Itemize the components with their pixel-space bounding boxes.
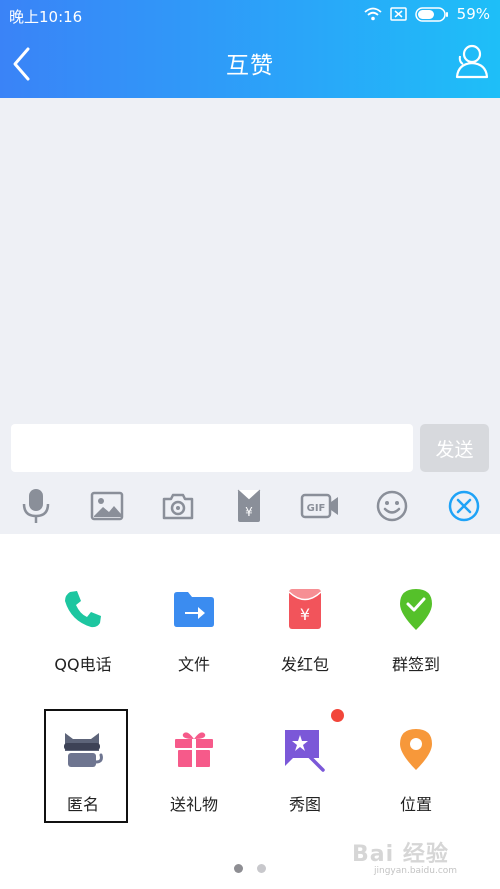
gif-icon: GIF xyxy=(300,493,338,519)
phone-icon xyxy=(59,585,107,633)
app-label: 发红包 xyxy=(280,655,329,674)
red-packet-icon: ¥ xyxy=(281,585,329,633)
camera-button[interactable] xyxy=(158,486,198,526)
app-location[interactable]: 位置 xyxy=(361,725,471,835)
app-send-gift[interactable]: 送礼物 xyxy=(139,725,249,835)
close-panel-button[interactable] xyxy=(444,486,484,526)
red-packet-icon: ¥ xyxy=(237,489,261,522)
svg-text:GIF: GIF xyxy=(307,503,326,514)
svg-text:¥: ¥ xyxy=(300,605,310,624)
baidu-watermark: Bai 经验 xyxy=(352,842,449,867)
app-group-checkin[interactable]: 群签到 xyxy=(361,585,471,695)
emoji-button[interactable] xyxy=(372,486,412,526)
new-badge-dot xyxy=(331,709,344,722)
status-bar: 晚上10:16 59% xyxy=(0,0,500,30)
send-button[interactable]: 发送 xyxy=(420,424,489,472)
photo-button[interactable] xyxy=(87,486,127,526)
gif-button[interactable]: GIF xyxy=(300,486,340,526)
status-indicators: 59% xyxy=(364,5,490,23)
app-label: 送礼物 xyxy=(169,795,218,814)
message-input[interactable] xyxy=(11,424,413,472)
microphone-icon xyxy=(22,489,50,523)
selection-highlight xyxy=(44,709,128,823)
sim-off-icon xyxy=(389,7,407,21)
app-label: 群签到 xyxy=(391,655,440,674)
battery-icon xyxy=(414,6,448,22)
app-label: 秀图 xyxy=(288,795,321,814)
red-packet-button[interactable]: ¥ xyxy=(229,486,269,526)
status-time: 晚上10:16 xyxy=(9,8,83,26)
image-icon xyxy=(90,491,124,521)
gift-icon xyxy=(170,725,218,773)
title-bar: 晚上10:16 59% 互赞 xyxy=(0,0,500,98)
svg-text:¥: ¥ xyxy=(245,505,253,519)
voice-button[interactable] xyxy=(16,486,56,526)
location-pin-icon xyxy=(392,725,440,773)
person-icon xyxy=(455,44,489,79)
close-circle-icon xyxy=(448,490,480,522)
app-file[interactable]: 文件 xyxy=(139,585,249,695)
checkin-pin-icon xyxy=(392,585,440,633)
folder-icon xyxy=(170,585,218,633)
battery-percent: 59% xyxy=(456,5,490,23)
app-label: 位置 xyxy=(399,795,432,814)
wifi-icon xyxy=(364,7,382,21)
page-dot-2[interactable] xyxy=(257,864,266,873)
camera-icon xyxy=(162,493,194,520)
baidu-watermark-url: jingyan.baidu.com xyxy=(374,866,458,876)
page-dot-1[interactable] xyxy=(234,864,243,873)
app-label: 文件 xyxy=(177,655,210,674)
emoji-icon xyxy=(376,490,408,522)
magic-image-icon xyxy=(281,725,329,773)
app-qq-call[interactable]: QQ电话 xyxy=(28,585,138,695)
app-label: QQ电话 xyxy=(54,655,112,674)
group-profile-button[interactable] xyxy=(452,42,490,80)
page-title: 互赞 xyxy=(226,53,274,79)
app-red-packet[interactable]: ¥ 发红包 xyxy=(250,585,360,695)
app-show-image[interactable]: 秀图 xyxy=(250,725,360,835)
